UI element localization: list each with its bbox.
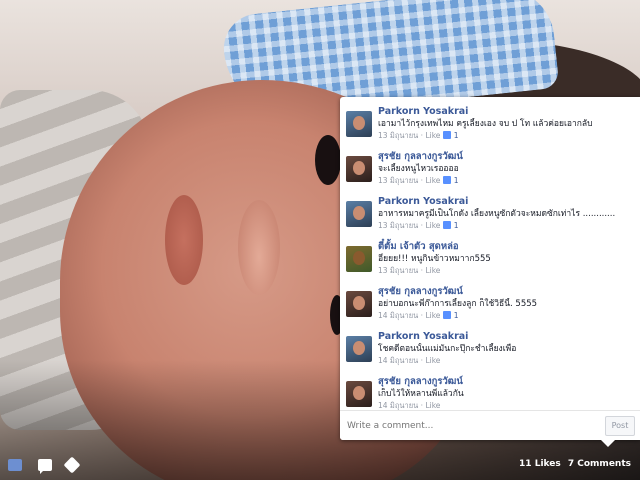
comment-time[interactable]: 14 มิถุนายน <box>378 401 418 410</box>
comment-author[interactable]: สุรชัย กุลลางกูรวัฒน์ <box>378 286 640 298</box>
comment-item: Parkorn Yosakrai เอามาไว้กรุงเทพไหม ครูเ… <box>340 97 640 142</box>
like-count[interactable]: 1 <box>454 176 459 185</box>
like-link[interactable]: Like <box>425 266 440 275</box>
comment-text: เก็บไว้ให้หลานพี่แล้วกัน <box>378 389 464 399</box>
comment-meta: 13 มิถุนายน · Like <box>378 266 441 275</box>
comment-item: Parkorn Yosakrai อาหารหมาครูมีเป็นโกดัง … <box>340 187 640 232</box>
photo-footer: 11 Likes 7 Comments <box>0 450 640 480</box>
thumbs-up-icon <box>443 176 452 184</box>
thumbs-up-icon <box>443 221 452 229</box>
comment-meta: 13 มิถุนายน · Like 1 <box>378 176 459 185</box>
comment-item: สุรชัย กุลลางกูรวัฒน์ อย่าบอกนะพี่ก๊าการ… <box>340 277 640 322</box>
comment-author[interactable]: สุรชัย กุลลางกูรวัฒน์ <box>378 151 640 163</box>
comment-time[interactable]: 13 มิถุนายน <box>378 221 418 230</box>
comment-author[interactable]: สุรชัย กุลลางกูรวัฒน์ <box>378 376 640 388</box>
comment-time[interactable]: 13 มิถุนายน <box>378 176 418 185</box>
avatar[interactable] <box>346 291 372 317</box>
like-count[interactable]: 1 <box>454 311 459 320</box>
comment-item: ตี๋ตั้ม เจ้าตัว สุดหล่อ อี๋ยยย!!! หนูกิน… <box>340 232 640 277</box>
comment-author[interactable]: Parkorn Yosakrai <box>378 196 640 208</box>
comment-input[interactable] <box>347 419 577 433</box>
photo-eye <box>315 135 341 185</box>
comment-meta: 14 มิถุนายน · Like <box>378 356 441 365</box>
like-link[interactable]: Like <box>425 356 440 365</box>
like-link[interactable]: Like <box>425 311 440 320</box>
comment-author[interactable]: ตี๋ตั้ม เจ้าตัว สุดหล่อ <box>378 241 640 253</box>
comment-text: เอามาไว้กรุงเทพไหม ครูเลี้ยงเอง จบ ป โท … <box>378 119 593 129</box>
comment-text: อาหารหมาครูมีเป็นโกดัง เลี้ยงหนูซักตัวจะ… <box>378 209 616 219</box>
like-link[interactable]: Like <box>425 401 440 410</box>
comment-time[interactable]: 14 มิถุนายน <box>378 311 418 320</box>
post-button[interactable]: Post <box>605 416 635 436</box>
comment-author[interactable]: Parkorn Yosakrai <box>378 106 640 118</box>
thumbs-up-icon <box>443 311 452 319</box>
panel-caret <box>601 440 615 447</box>
photo-nose <box>238 200 280 295</box>
like-link[interactable]: Like <box>425 131 440 140</box>
engagement-counts: 11 Likes 7 Comments <box>519 459 631 469</box>
comment-list[interactable]: Parkorn Yosakrai เอามาไว้กรุงเทพไหม ครูเ… <box>340 97 640 410</box>
avatar[interactable] <box>346 201 372 227</box>
photo-mouth <box>165 195 203 285</box>
comment-text: อี๋ยยย!!! หนูกินข้าวหมาาก555 <box>378 254 491 264</box>
comment-item: Parkorn Yosakrai โชคดีตอนนั้นแม่มันกะปุ๊… <box>340 322 640 367</box>
avatar[interactable] <box>346 111 372 137</box>
avatar[interactable] <box>346 336 372 362</box>
avatar[interactable] <box>346 246 372 272</box>
comment-text: โชคดีตอนนั้นแม่มันกะปุ๊กะช่ำเลี้ยงเพือ <box>378 344 517 354</box>
like-link[interactable]: Like <box>425 176 440 185</box>
like-count[interactable]: 1 <box>454 131 459 140</box>
tag-icon[interactable] <box>63 456 81 474</box>
comment-composer: Post <box>340 410 640 440</box>
likes-count[interactable]: 11 Likes <box>519 459 561 469</box>
thumbs-up-icon <box>443 131 452 139</box>
avatar[interactable] <box>346 156 372 182</box>
comment-author[interactable]: Parkorn Yosakrai <box>378 331 640 343</box>
like-icon[interactable] <box>8 459 22 471</box>
comment-meta: 14 มิถุนายน · Like <box>378 401 441 410</box>
comment-time[interactable]: 14 มิถุนายน <box>378 356 418 365</box>
comment-item: สุรชัย กุลลางกูรวัฒน์ เก็บไว้ให้หลานพี่แ… <box>340 367 640 410</box>
comment-meta: 13 มิถุนายน · Like 1 <box>378 221 459 230</box>
comment-meta: 14 มิถุนายน · Like 1 <box>378 311 459 320</box>
comments-count[interactable]: 7 Comments <box>568 459 631 469</box>
comment-item: สุรชัย กุลลางกูรวัฒน์ จะเลี้ยงหนูไหวเรออ… <box>340 142 640 187</box>
like-count[interactable]: 1 <box>454 221 459 230</box>
comment-meta: 13 มิถุนายน · Like 1 <box>378 131 459 140</box>
avatar[interactable] <box>346 381 372 407</box>
comment-text: จะเลี้ยงหนูไหวเรออออ <box>378 164 459 174</box>
like-link[interactable]: Like <box>425 221 440 230</box>
comment-time[interactable]: 13 มิถุนายน <box>378 266 418 275</box>
comment-time[interactable]: 13 มิถุนายน <box>378 131 418 140</box>
comment-text: อย่าบอกนะพี่ก๊าการเลี้ยงลูก ก็ใช้วิธีนี้… <box>378 299 538 309</box>
comment-icon[interactable] <box>38 459 52 474</box>
comments-panel: Parkorn Yosakrai เอามาไว้กรุงเทพไหม ครูเ… <box>340 97 640 440</box>
